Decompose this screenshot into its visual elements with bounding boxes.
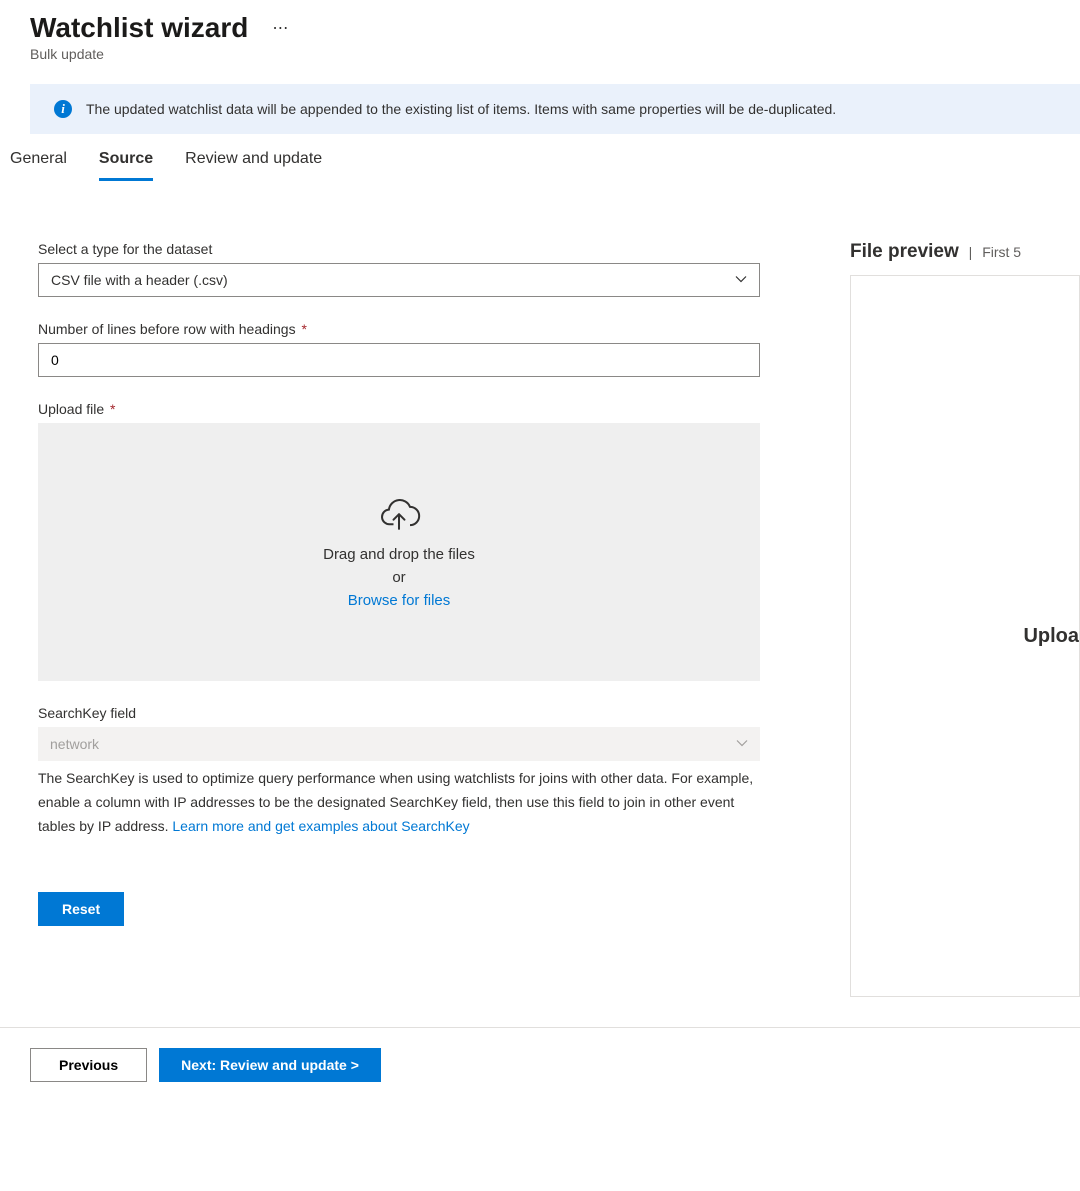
file-preview-heading-row: File preview | First 5 (850, 241, 1080, 263)
dropzone-drag-text: Drag and drop the files (323, 546, 475, 563)
upload-file-field: Upload file * Drag and drop the files or… (38, 401, 760, 681)
upload-file-label: Upload file * (38, 401, 760, 417)
chevron-down-icon (736, 736, 748, 752)
searchkey-value: network (50, 736, 99, 752)
wizard-footer: Previous Next: Review and update > (0, 1027, 1080, 1122)
file-preview-box: Uploa (850, 275, 1080, 997)
previous-button[interactable]: Previous (30, 1048, 147, 1082)
tab-source[interactable]: Source (99, 150, 153, 181)
browse-for-files-link[interactable]: Browse for files (348, 592, 451, 609)
file-preview-separator: | (965, 244, 976, 260)
page-title: Watchlist wizard (30, 12, 248, 44)
searchkey-field: SearchKey field network The SearchKey is… (38, 705, 760, 838)
tab-bar: General Source Review and update (0, 134, 1080, 181)
tab-general[interactable]: General (10, 150, 67, 181)
file-preview-column: File preview | First 5 Uploa (850, 241, 1080, 997)
lines-before-label-text: Number of lines before row with headings (38, 321, 296, 337)
upload-file-label-text: Upload file (38, 401, 104, 417)
searchkey-helper-text: The SearchKey is used to optimize query … (38, 767, 760, 838)
chevron-down-icon (735, 272, 747, 288)
dataset-type-value: CSV file with a header (.csv) (51, 272, 228, 288)
tab-review-and-update[interactable]: Review and update (185, 150, 322, 181)
next-button[interactable]: Next: Review and update > (159, 1048, 381, 1082)
searchkey-select[interactable]: network (38, 727, 760, 761)
more-actions-icon[interactable]: ⋯ (272, 18, 290, 38)
reset-button[interactable]: Reset (38, 892, 124, 926)
lines-before-label: Number of lines before row with headings… (38, 321, 760, 337)
searchkey-label: SearchKey field (38, 705, 760, 721)
required-asterisk: * (301, 321, 306, 337)
page-subtitle: Bulk update (30, 46, 1050, 62)
dataset-type-field: Select a type for the dataset CSV file w… (38, 241, 760, 297)
required-asterisk: * (110, 401, 115, 417)
file-preview-placeholder: Uploa (1023, 625, 1079, 648)
lines-before-input[interactable] (38, 343, 760, 377)
info-banner-text: The updated watchlist data will be appen… (86, 101, 836, 117)
lines-before-field: Number of lines before row with headings… (38, 321, 760, 377)
file-preview-sub: First 5 (982, 244, 1021, 260)
info-banner: i The updated watchlist data will be app… (30, 84, 1080, 134)
info-icon: i (54, 100, 72, 118)
file-dropzone[interactable]: Drag and drop the files or Browse for fi… (38, 423, 760, 681)
file-preview-heading: File preview (850, 241, 959, 262)
page-header: Watchlist wizard ⋯ Bulk update (0, 0, 1080, 70)
dataset-type-label: Select a type for the dataset (38, 241, 760, 257)
dropzone-or-text: or (392, 569, 405, 586)
cloud-upload-icon (377, 496, 421, 540)
form-column: Select a type for the dataset CSV file w… (38, 241, 760, 997)
searchkey-learn-more-link[interactable]: Learn more and get examples about Search… (172, 818, 469, 834)
dataset-type-select[interactable]: CSV file with a header (.csv) (38, 263, 760, 297)
